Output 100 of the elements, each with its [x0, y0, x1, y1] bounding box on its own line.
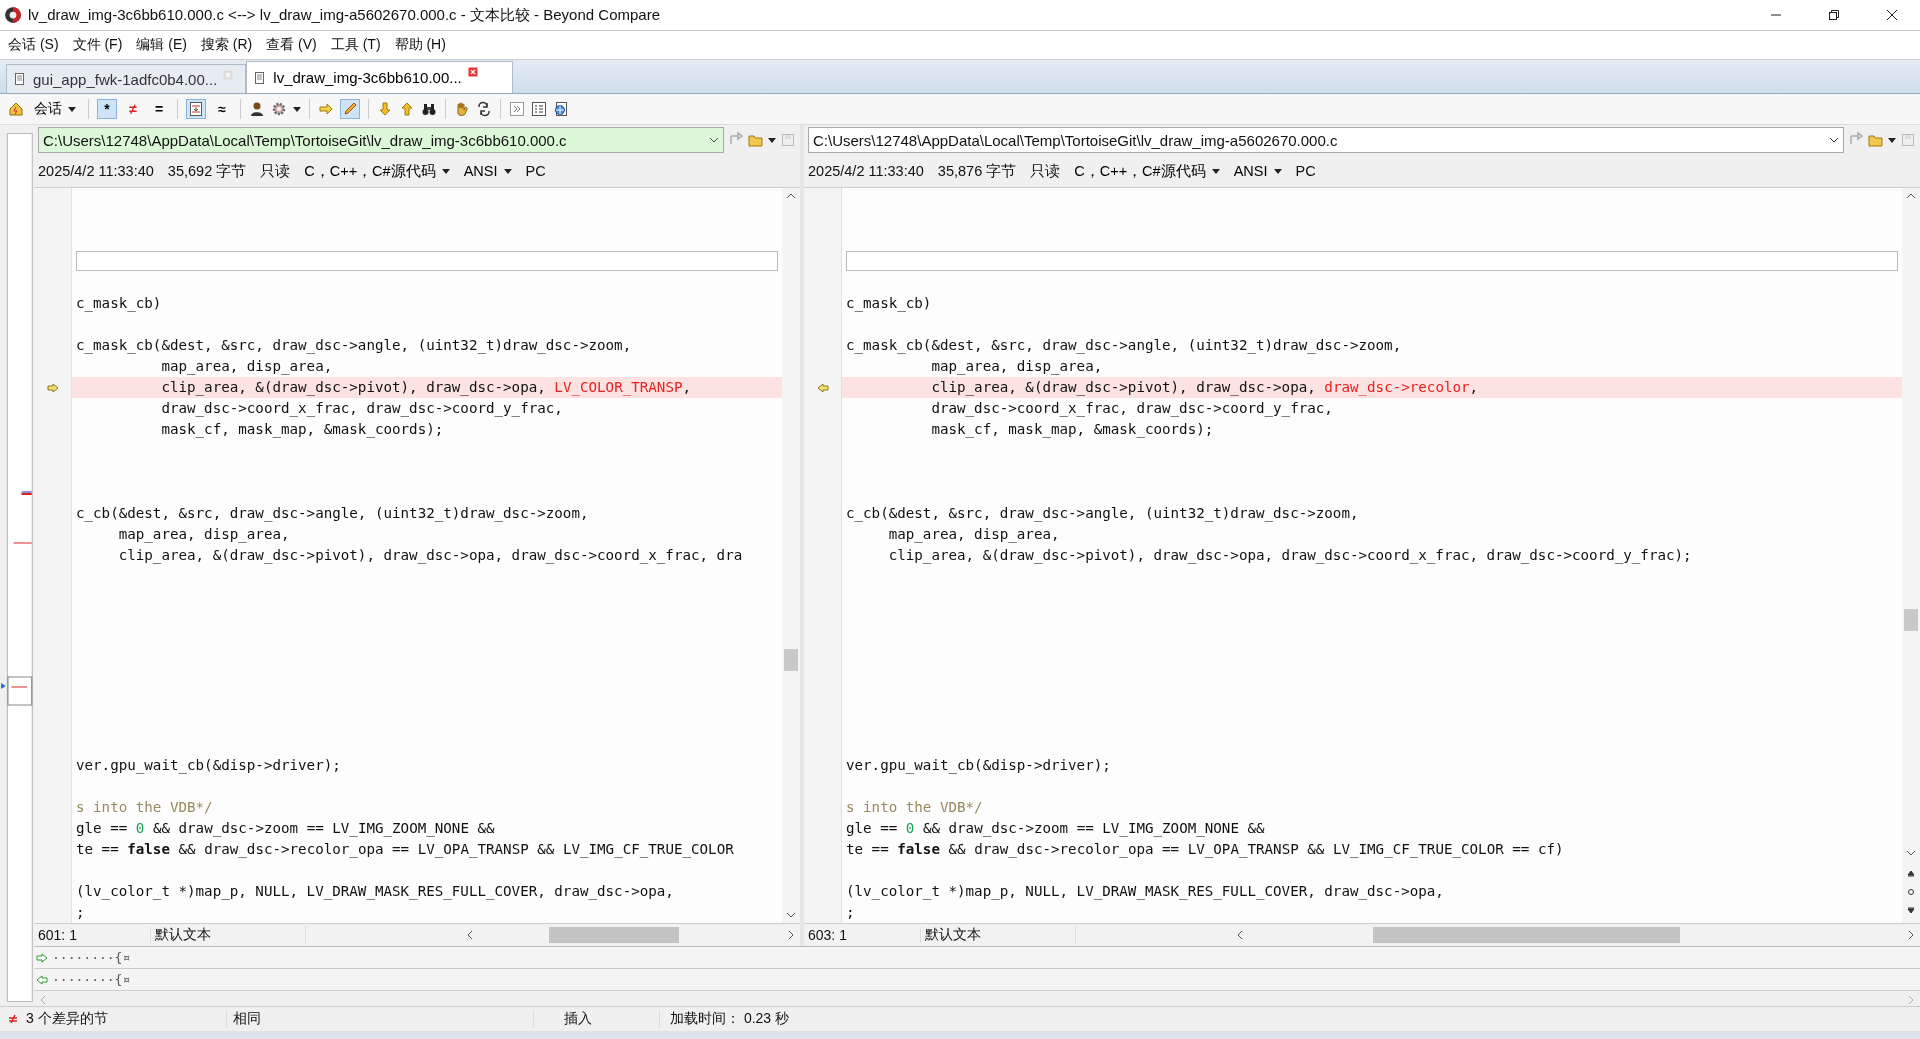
code-line: map_area, disp_area,	[887, 525, 1061, 545]
menu-item[interactable]: 会话 (S)	[8, 36, 59, 54]
menu-item[interactable]: 工具 (T)	[330, 36, 381, 54]
tab-label: gui_app_fwk-1adfc0b4.00...	[33, 70, 218, 88]
code-line: (lv_color_t *)map_p, NULL, LV_DRAW_MASK_RES_FULL_COVER, draw_dsc->opa,	[845, 882, 1445, 902]
scroll-left-icon[interactable]	[1237, 930, 1243, 940]
scroll-thumb[interactable]	[1904, 609, 1918, 631]
filter-button[interactable]: =	[149, 99, 169, 119]
chevron-down-icon[interactable]	[1829, 135, 1839, 145]
document-globe-icon[interactable]	[553, 101, 569, 117]
menu-item[interactable]: 帮助 (H)	[394, 36, 446, 54]
scroll-thumb[interactable]	[548, 927, 679, 943]
file-path-field[interactable]: C:\Users\12748\AppData\Local\Temp\TortoiseGit\lv_draw_img-3c6bb610.000.c	[38, 127, 724, 153]
restore-icon[interactable]	[1828, 9, 1840, 21]
caret-icon	[1273, 168, 1282, 174]
scroll-thumb[interactable]	[784, 649, 798, 671]
scroll-down-icon[interactable]	[1906, 850, 1916, 856]
code-line: te == false && draw_dsc->recolor_opa == LV_OPA_TRANSP && LV_IMG_CF_TRUE_COLOR == cf)	[845, 840, 1565, 860]
menu-item[interactable]: 编辑 (E)	[136, 36, 187, 54]
binoculars-icon[interactable]	[421, 101, 437, 117]
caret-icon	[441, 168, 450, 174]
code-line: clip_area, &(draw_dsc->pivot), draw_dsc->opa, draw_dsc->coord_x_frac, draw_dsc->coord_y_frac);	[887, 546, 1693, 566]
cursor-position: 601: 1	[34, 927, 151, 943]
list-icon[interactable]	[531, 101, 547, 117]
code-line: clip_area, &(draw_dsc->pivot), draw_dsc->opa, draw_dsc->coord_x_frac, dra	[117, 546, 744, 566]
document-icon	[13, 72, 27, 86]
document-tab[interactable]: lv_draw_img-3c6bb610.00...	[246, 61, 513, 93]
code-line: draw_dsc->coord_x_frac, draw_dsc->coord_y_frac,	[930, 399, 1334, 419]
code-line: c_mask_cb)	[75, 294, 163, 314]
scroll-up-icon[interactable]	[1906, 193, 1916, 199]
window-title: lv_draw_img-3c6bb610.000.c <--> lv_draw_img-a5602670.000.c - 文本比较 - Beyond Compare	[28, 5, 660, 25]
format-dropdown[interactable]: C，C++，C#源代码	[1074, 161, 1220, 181]
file-size: 35,692 字节	[167, 161, 247, 181]
person-icon[interactable]	[249, 101, 265, 117]
caret-icon[interactable]	[293, 106, 301, 112]
code-line: gle == 0 && draw_dsc->zoom == LV_IMG_ZOOM_NONE &&	[75, 819, 496, 839]
code-line: ;	[75, 903, 86, 922]
difference-count: 3 个差异的节	[26, 1010, 109, 1028]
session-dropdown[interactable]: 会话	[30, 100, 80, 118]
syntax-label: 默认文本	[921, 926, 1076, 944]
scroll-left-icon[interactable]	[467, 930, 473, 940]
scroll-up-icon[interactable]	[786, 193, 796, 199]
caret-icon	[1211, 168, 1220, 174]
file-size: 35,876 字节	[937, 161, 1017, 181]
code-line: ;	[845, 903, 856, 922]
code-line: s into the VDB*/	[75, 798, 214, 817]
menu-item[interactable]: 查看 (V)	[266, 36, 317, 54]
swap-arrows-icon[interactable]	[476, 101, 492, 117]
code-line: c_mask_cb(&dest, &src, draw_dsc->angle, (uint32_t)draw_dsc->zoom,	[845, 336, 1403, 356]
arrow-down-icon[interactable]	[377, 101, 393, 117]
filter-button[interactable]: *	[97, 99, 117, 119]
format-dropdown[interactable]: C，C++，C#源代码	[304, 161, 450, 181]
context-button[interactable]	[186, 99, 206, 119]
arrow-right-icon[interactable]	[47, 382, 59, 393]
readonly-label: 只读	[260, 161, 291, 181]
filter-button[interactable]: ≠	[123, 99, 143, 119]
close-icon[interactable]	[1886, 9, 1898, 21]
code-line: c_cb(&dest, &src, draw_dsc->angle, (uint32_t)draw_dsc->zoom,	[75, 504, 590, 524]
caret-icon	[503, 168, 512, 174]
menu-item[interactable]: 搜索 (R)	[200, 36, 253, 54]
code-line: gle == 0 && draw_dsc->zoom == LV_IMG_ZOOM_NONE &&	[845, 819, 1266, 839]
arrow-left-icon[interactable]	[817, 382, 829, 393]
compare-line-text: ········{¤	[52, 972, 131, 987]
house-icon[interactable]	[8, 101, 24, 117]
caret-icon[interactable]	[1888, 137, 1896, 143]
code-line: map_area, disp_area,	[117, 525, 291, 545]
scroll-thumb[interactable]	[1373, 927, 1680, 943]
double-chevron-icon[interactable]	[509, 101, 525, 117]
tab-label: lv_draw_img-3c6bb610.00...	[273, 69, 462, 86]
line-ending-label: PC	[1295, 163, 1316, 179]
modified-time: 2025/4/2 11:33:40	[808, 163, 924, 179]
encoding-dropdown[interactable]: ANSI	[1233, 163, 1282, 179]
scroll-down-icon[interactable]	[786, 912, 796, 918]
code-line: ver.gpu_wait_cb(&disp->driver);	[75, 756, 342, 776]
scroll-right-icon[interactable]	[788, 930, 794, 940]
edit-button[interactable]	[340, 99, 360, 119]
code-line: map_area, disp_area,	[160, 357, 334, 377]
gear-icon[interactable]	[271, 101, 287, 117]
document-tab[interactable]: gui_app_fwk-1adfc0b4.00...	[6, 64, 247, 93]
menu-item[interactable]: 文件 (F)	[72, 36, 123, 54]
code-line: map_area, disp_area,	[930, 357, 1104, 377]
chevron-down-icon[interactable]	[709, 135, 719, 145]
approx-filter-button[interactable]: ≈	[212, 99, 232, 119]
code-line: (lv_color_t *)map_p, NULL, LV_DRAW_MASK_RES_FULL_COVER, draw_dsc->opa,	[75, 882, 675, 902]
arrow-right-icon[interactable]	[318, 101, 334, 117]
encoding-dropdown[interactable]: ANSI	[463, 163, 512, 179]
vertical-scrollbar[interactable]	[1902, 188, 1920, 923]
vertical-scrollbar[interactable]	[782, 188, 800, 923]
arrow-up-icon[interactable]	[399, 101, 415, 117]
readonly-label: 只读	[1030, 161, 1061, 181]
code-line: mask_cf, mask_map, &mask_coords);	[160, 420, 445, 440]
scroll-right-icon[interactable]	[1908, 930, 1914, 940]
code-line: te == false && draw_dsc->recolor_opa == LV_OPA_TRANSP && LV_IMG_CF_TRUE_COLOR	[75, 840, 735, 860]
file-path-field[interactable]: C:\Users\12748\AppData\Local\Temp\TortoiseGit\lv_draw_img-a5602670.000.c	[808, 127, 1844, 153]
code-line: mask_cf, mask_map, &mask_coords);	[930, 420, 1215, 440]
edit-mode: 插入	[533, 1010, 659, 1028]
hand-icon[interactable]	[454, 101, 470, 117]
comparison-status: 相同	[226, 1010, 533, 1028]
caret-icon[interactable]	[768, 137, 776, 143]
code-line: c_mask_cb)	[845, 294, 933, 314]
